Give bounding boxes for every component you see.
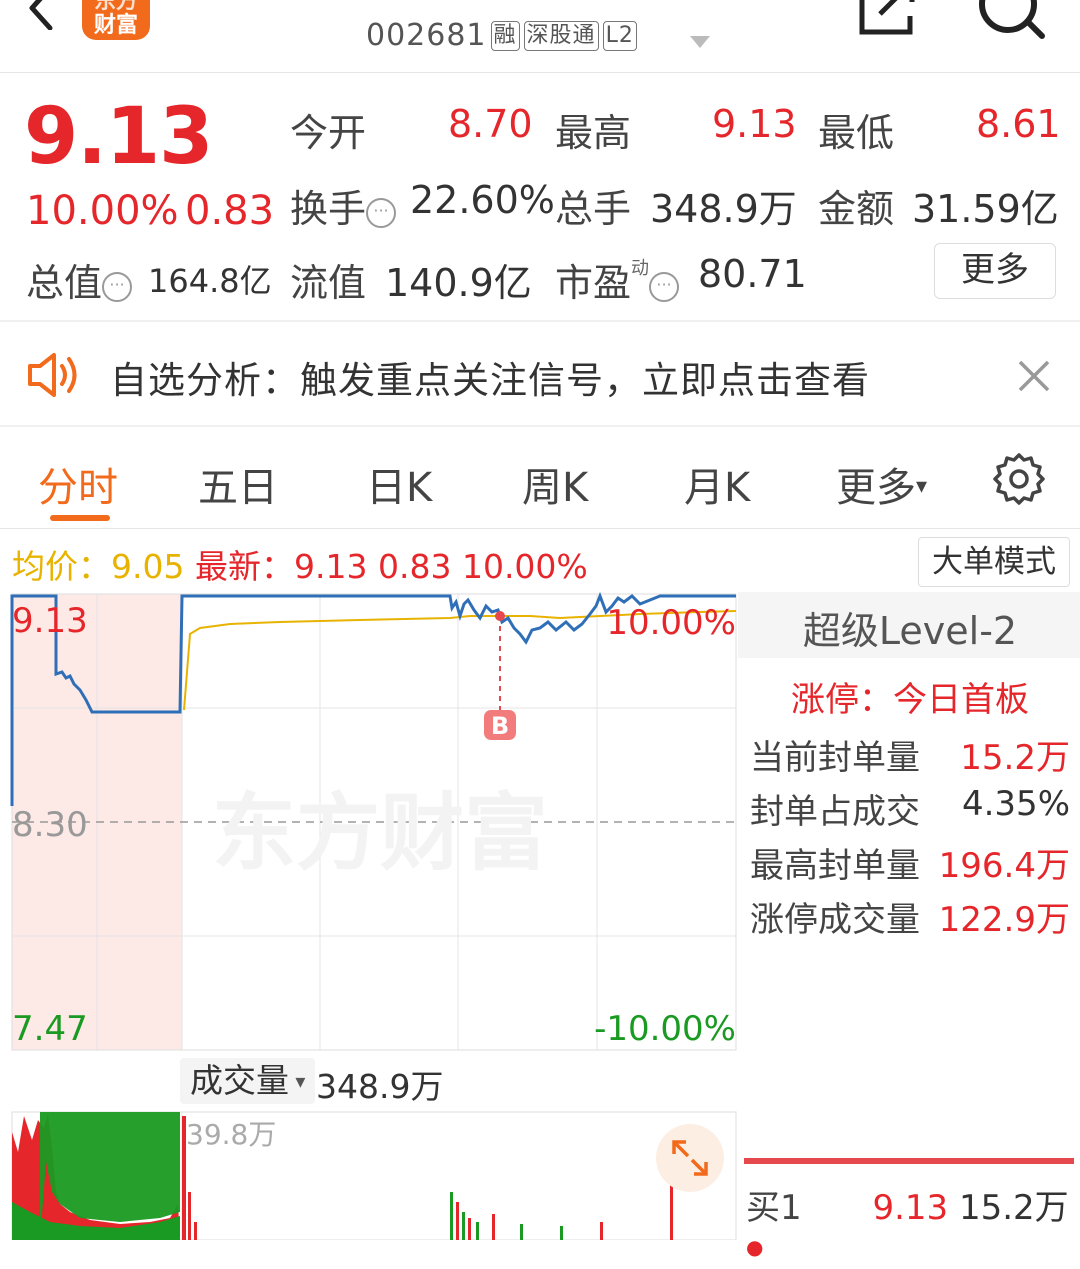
tab-weekly-k[interactable]: 周K [522, 455, 588, 513]
buy1-price: 9.13 [872, 1188, 949, 1228]
divider [0, 425, 1080, 427]
level2-row-value: 4.35% [961, 784, 1070, 824]
level2-title[interactable]: 超级Level-2 [740, 600, 1080, 655]
amount-value: 31.59亿 [912, 187, 1059, 231]
divider [0, 528, 1080, 529]
change-percent: 10.00% [26, 188, 179, 234]
pe-label: 市盈动··· [555, 252, 680, 307]
open-label: 今开 [290, 111, 367, 155]
tab-five-day[interactable]: 五日 [198, 455, 278, 513]
new-order-dot: ● [746, 1235, 764, 1259]
high-label: 最高 [555, 111, 632, 155]
pct-label-low: -10.00% [594, 1009, 736, 1049]
gear-icon[interactable] [992, 452, 1046, 506]
volume-label: 总手 [555, 187, 632, 231]
y-label-high: 9.13 [12, 601, 88, 641]
mktcap-value: 164.8亿 [148, 262, 272, 300]
expand-icon [672, 1140, 708, 1176]
buy1-label: 买1 [746, 1188, 802, 1228]
level2-row-value: 196.4万 [938, 846, 1070, 886]
float-label: 流值 [290, 261, 367, 305]
pe-value: 80.71 [698, 252, 807, 296]
watermark: 东方财富 [212, 786, 548, 880]
buy1-volume: 15.2万 [958, 1188, 1069, 1228]
tag-margin: 融 [490, 21, 520, 51]
chevron-down-icon[interactable] [690, 36, 710, 48]
app-header: 东方 财富 002681 融深股通 L2 [0, 0, 1080, 73]
level2-row-label: 最高封单量 [750, 846, 920, 886]
tab-more[interactable]: 更多▾ [836, 455, 927, 513]
turnover-value: 22.60% [410, 178, 555, 222]
orderbook-divider [744, 1158, 1074, 1164]
buy-marker-text: B [491, 712, 509, 740]
avg-label: 均价： [12, 547, 111, 586]
level2-subtitle: 涨停：今日首板 [791, 680, 1029, 720]
back-arrow-icon[interactable] [20, 0, 64, 30]
active-tab-indicator [50, 515, 110, 521]
stock-code: 002681 [366, 18, 487, 53]
latest-change: 0.83 [377, 547, 452, 586]
turnover-label: 换手 ··· [290, 178, 397, 233]
latest-value: 9.13 [293, 547, 368, 586]
float-value: 140.9亿 [385, 261, 532, 305]
amount-label: 金额 [818, 187, 895, 231]
tag-connect: 深股通 [523, 21, 599, 51]
eastmoney-logo: 东方 财富 [82, 0, 150, 40]
volume-bars [12, 1112, 673, 1240]
intraday-chart[interactable]: 东方财富 B 9.13 8.30 7.47 10.00% -10.00% 39.… [0, 592, 740, 1240]
intraday-info-line: 均价：9.05 最新：9.13 0.83 10.00% [12, 540, 588, 588]
level2-row-label: 封单占成交 [750, 792, 920, 832]
low-value: 8.61 [976, 102, 1061, 146]
volume-value: 348.9万 [650, 187, 797, 231]
pe-superscript: 动 [631, 258, 650, 279]
close-icon[interactable] [1016, 358, 1052, 394]
pct-label-high: 10.00% [606, 603, 736, 643]
notice-text[interactable]: 自选分析：触发重点关注信号，立即点击查看 [110, 350, 870, 404]
level2-row-value: 15.2万 [960, 738, 1070, 778]
avg-value: 9.05 [111, 547, 185, 586]
search-icon[interactable] [976, 0, 1046, 40]
volume-total: 348.9万 [316, 1067, 444, 1106]
volume-max-label: 39.8万 [186, 1118, 276, 1151]
stock-code-line: 002681 融深股通 L2 [366, 18, 637, 53]
open-value: 8.70 [448, 102, 533, 146]
caret-down-icon: ▾ [289, 1069, 306, 1093]
tab-intraday[interactable]: 分时 [38, 455, 118, 513]
tab-monthly-k[interactable]: 月K [684, 455, 750, 513]
change-amount: 0.83 [185, 188, 275, 234]
buy1-row[interactable]: 买1 9.13 15.2万 ● [746, 1180, 1080, 1269]
more-button[interactable]: 更多 [934, 243, 1056, 299]
level2-row-label: 涨停成交量 [750, 900, 920, 940]
tag-l2: L2 [602, 21, 637, 51]
latest-label: 最新： [194, 547, 294, 586]
divider [0, 320, 1080, 322]
volume-indicator-dropdown[interactable]: 成交量 ▾ [180, 1058, 316, 1104]
expand-button[interactable] [656, 1124, 724, 1192]
high-value: 9.13 [712, 102, 797, 146]
latest-pct: 10.00% [461, 547, 588, 586]
speaker-icon [28, 353, 77, 397]
info-icon[interactable]: ··· [366, 198, 397, 228]
low-label: 最低 [818, 111, 895, 155]
mktcap-label: 总值 ··· [26, 252, 133, 307]
y-label-mid: 8.30 [12, 805, 88, 845]
buy-marker-dot [495, 611, 505, 621]
level2-row-value: 122.9万 [938, 900, 1070, 940]
level2-row-label: 当前封单量 [750, 738, 920, 778]
share-icon[interactable] [858, 0, 916, 36]
y-label-low: 7.47 [12, 1009, 88, 1049]
info-icon[interactable]: ··· [102, 272, 133, 302]
info-icon[interactable]: ··· [649, 272, 680, 302]
current-price: 9.13 [24, 92, 213, 182]
big-order-mode-button[interactable]: 大单模式 [918, 537, 1070, 587]
tab-daily-k[interactable]: 日K [366, 455, 432, 513]
caret-down-icon: ▾ [916, 474, 928, 499]
